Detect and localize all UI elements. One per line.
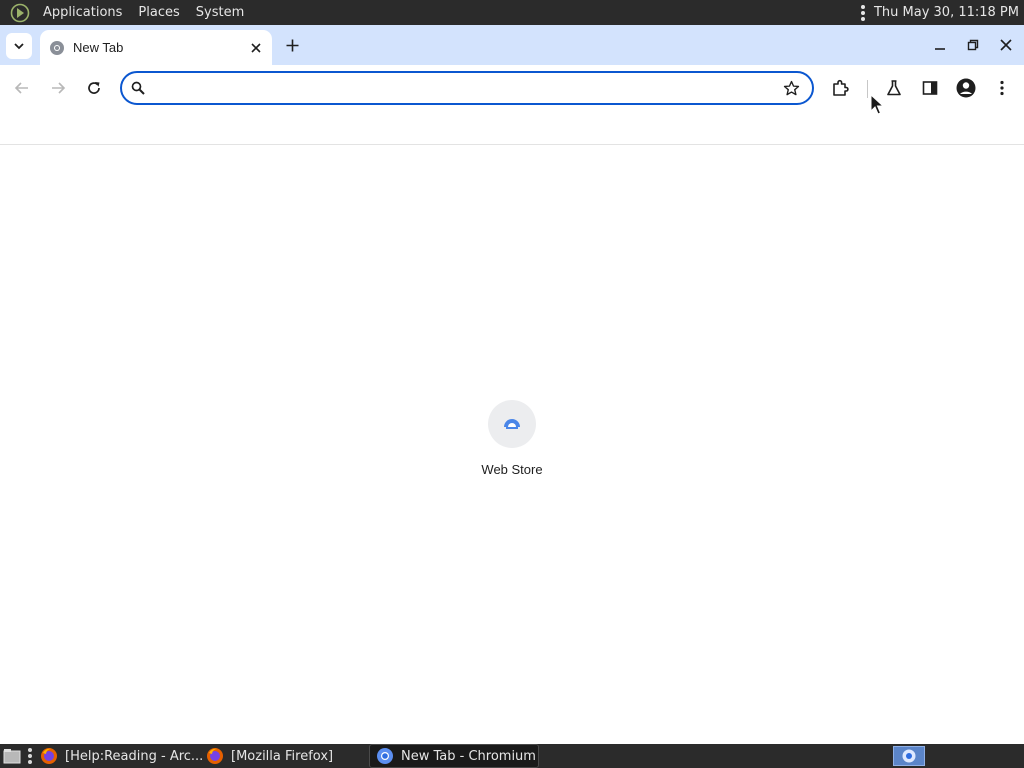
extensions-puzzle-icon[interactable] (828, 75, 854, 101)
menu-applications[interactable]: Applications (35, 0, 130, 25)
new-tab-page: Web Store (0, 146, 1024, 743)
minimize-icon[interactable] (930, 35, 950, 55)
web-store-icon (488, 400, 536, 448)
task-label: [Mozilla Firefox] (231, 748, 334, 764)
profile-avatar-icon[interactable] (953, 75, 979, 101)
restore-icon[interactable] (963, 35, 983, 55)
window-close-icon[interactable] (996, 35, 1016, 55)
search-icon (130, 80, 146, 96)
new-tab-plus-icon[interactable] (282, 35, 302, 55)
chromium-favicon-icon (49, 40, 65, 56)
system-top-panel: Applications Places System Thu May 30, 1… (0, 0, 1024, 25)
omnibox[interactable] (120, 71, 814, 105)
toolbar-separator (867, 80, 868, 98)
mouse-cursor-icon (870, 94, 884, 115)
menu-system[interactable]: System (188, 0, 252, 25)
task-mozilla-firefox[interactable]: [Mozilla Firefox] (200, 744, 339, 768)
menu-kebab-icon[interactable] (989, 75, 1015, 101)
close-tab-icon[interactable] (248, 40, 264, 56)
task-new-tab-chromium[interactable]: New Tab - Chromium (369, 744, 539, 768)
task-label: New Tab - Chromium (401, 748, 536, 764)
panel-handle-icon[interactable] (858, 4, 868, 21)
address-input[interactable] (154, 76, 774, 100)
task-label: [Help:Reading - Arc... (65, 748, 204, 764)
bottom-taskbar: [Help:Reading - Arc... [Mozilla Firefox]… (0, 744, 1024, 768)
tab-new-tab[interactable]: New Tab (40, 30, 272, 65)
firefox-icon (206, 747, 224, 765)
shortcut-label: Web Store (481, 462, 543, 477)
shortcut-web-store[interactable]: Web Store (470, 396, 554, 486)
tab-strip: New Tab (0, 25, 1024, 65)
menu-places[interactable]: Places (130, 0, 187, 25)
side-panel-icon[interactable] (917, 75, 943, 101)
distro-logo-icon[interactable] (9, 2, 31, 24)
forward-arrow-icon[interactable] (45, 75, 71, 101)
workspace-switcher-icon[interactable] (893, 746, 925, 766)
reload-icon[interactable] (81, 75, 107, 101)
tab-title: New Tab (73, 40, 124, 55)
clock[interactable]: Thu May 30, 11:18 PM (874, 5, 1019, 20)
back-arrow-icon[interactable] (9, 75, 35, 101)
bookmark-star-icon[interactable] (782, 79, 800, 97)
tab-search-button[interactable] (6, 33, 32, 59)
chevron-down-icon (14, 43, 24, 50)
chromium-icon (376, 747, 394, 765)
firefox-icon (40, 747, 58, 765)
task-help-reading[interactable]: [Help:Reading - Arc... (34, 744, 209, 768)
show-desktop-icon[interactable] (2, 747, 22, 765)
labs-flask-icon[interactable] (881, 75, 907, 101)
taskbar-handle-icon[interactable] (28, 748, 32, 764)
